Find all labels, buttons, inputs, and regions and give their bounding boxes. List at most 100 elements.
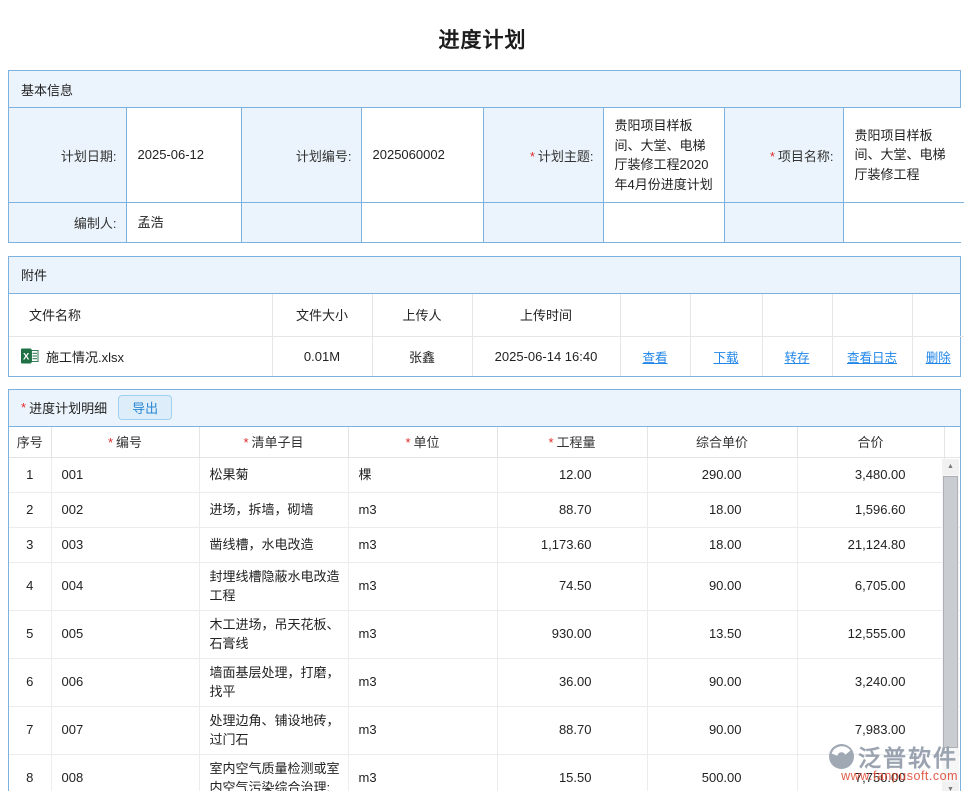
code-cell: 005 (51, 611, 199, 659)
project-name-value: 贵阳项目样板间、大堂、电梯厅装修工程 (843, 108, 964, 203)
attachments-panel: 附件 文件名称 文件大小 上传人 上传时间 (8, 256, 961, 377)
qty-cell: 88.70 (497, 493, 647, 528)
detail-panel: * 进度计划明细 导出 序号 *编号 *清单子目 *单位 *工程量 综合单价 合… (8, 389, 961, 791)
required-marker: * (770, 149, 775, 164)
price-cell: 13.50 (647, 611, 797, 659)
col-unit-price: 综合单价 (647, 427, 797, 458)
project-name-label: *项目名称: (724, 108, 843, 203)
total-cell: 21,124.80 (797, 528, 944, 563)
item-cell: 进场，拆墙，砌墙 (199, 493, 348, 528)
price-cell: 500.00 (647, 755, 797, 791)
seq-cell: 8 (9, 755, 51, 791)
detail-row: 2 002 进场，拆墙，砌墙 m3 88.70 18.00 1,596.60 (9, 493, 961, 528)
item-cell: 木工进场，吊天花板、石膏线 (199, 611, 348, 659)
col-quantity: *工程量 (497, 427, 647, 458)
seq-cell: 2 (9, 493, 51, 528)
total-cell: 3,480.00 (797, 458, 944, 493)
detail-table: 序号 *编号 *清单子目 *单位 *工程量 综合单价 合价 1 001 松果菊 … (9, 427, 961, 791)
qty-cell: 930.00 (497, 611, 647, 659)
seq-cell: 6 (9, 659, 51, 707)
empty-value-cell (361, 203, 483, 242)
item-cell: 处理边角、铺设地砖，过门石 (199, 707, 348, 755)
unit-cell: m3 (348, 659, 497, 707)
item-cell: 松果菊 (199, 458, 348, 493)
qty-cell: 88.70 (497, 707, 647, 755)
total-cell: 3,240.00 (797, 659, 944, 707)
download-link[interactable]: 下载 (713, 351, 738, 365)
detail-row: 8 008 室内空气质量检测或室内空气污染综合治理; m3 15.50 500.… (9, 755, 961, 791)
required-marker: * (108, 435, 113, 450)
col-code: *编号 (51, 427, 199, 458)
page: 进度计划 基本信息 计划日期: 2025-06-12 计划编号: 2025060… (0, 0, 965, 791)
basic-info-panel: 基本信息 计划日期: 2025-06-12 计划编号: 2025060002 *… (8, 70, 961, 243)
detail-header-bar: * 进度计划明细 导出 (9, 390, 960, 427)
attachments-table: 文件名称 文件大小 上传人 上传时间 X (9, 294, 964, 376)
seq-cell: 7 (9, 707, 51, 755)
col-action (762, 294, 832, 337)
required-marker: * (21, 400, 26, 415)
price-cell: 18.00 (647, 528, 797, 563)
price-cell: 90.00 (647, 707, 797, 755)
price-cell: 290.00 (647, 458, 797, 493)
empty-value-cell (843, 203, 964, 242)
seq-cell: 4 (9, 563, 51, 611)
code-cell: 007 (51, 707, 199, 755)
unit-cell: m3 (348, 755, 497, 791)
seq-cell: 5 (9, 611, 51, 659)
total-cell: 7,750.00 (797, 755, 944, 791)
plan-subject-label: *计划主题: (483, 108, 603, 203)
view-link[interactable]: 查看 (642, 351, 667, 365)
col-item: *清单子目 (199, 427, 348, 458)
plan-date-label: 计划日期: (9, 108, 126, 203)
unit-cell: m3 (348, 528, 497, 563)
code-cell: 002 (51, 493, 199, 528)
col-action (832, 294, 912, 337)
file-size: 0.01M (272, 337, 372, 376)
scroll-down-arrow-icon[interactable]: ▼ (942, 782, 959, 791)
plan-no-value: 2025060002 (361, 108, 483, 203)
unit-cell: 棵 (348, 458, 497, 493)
item-cell: 墙面基层处理，打磨，找平 (199, 659, 348, 707)
scrollbar-thumb[interactable] (943, 476, 958, 748)
basic-info-table: 计划日期: 2025-06-12 计划编号: 2025060002 *计划主题:… (9, 108, 964, 242)
export-button[interactable]: 导出 (118, 395, 172, 420)
col-total: 合价 (797, 427, 944, 458)
required-marker: * (530, 149, 535, 164)
upload-time: 2025-06-14 16:40 (472, 337, 620, 376)
attachment-row: X 施工情况.xlsx 0.01M 张鑫 2025-06-14 16:40 查看… (9, 337, 964, 376)
scroll-up-arrow-icon[interactable]: ▲ (942, 459, 959, 475)
plan-subject-value: 贵阳项目样板间、大堂、电梯厅装修工程2020年4月份进度计划 (603, 108, 724, 203)
detail-row: 6 006 墙面基层处理，打磨，找平 m3 36.00 90.00 3,240.… (9, 659, 961, 707)
transfer-link[interactable]: 转存 (784, 351, 809, 365)
col-seq: 序号 (9, 427, 51, 458)
basic-info-header: 基本信息 (9, 71, 960, 108)
attachments-header: 附件 (9, 257, 960, 294)
total-cell: 1,596.60 (797, 493, 944, 528)
unit-cell: m3 (348, 611, 497, 659)
qty-cell: 36.00 (497, 659, 647, 707)
col-file-name: 文件名称 (9, 294, 272, 337)
vertical-scrollbar[interactable]: ▲ ▼ (942, 459, 959, 791)
col-uploader: 上传人 (372, 294, 472, 337)
detail-header-title: 进度计划明细 (29, 398, 107, 417)
plan-date-value: 2025-06-12 (126, 108, 241, 203)
file-name-cell: X 施工情况.xlsx (9, 337, 272, 376)
detail-row: 3 003 凿线槽，水电改造 m3 1,173.60 18.00 21,124.… (9, 528, 961, 563)
col-action (690, 294, 762, 337)
view-log-link[interactable]: 查看日志 (847, 351, 897, 365)
empty-label-cell (241, 203, 361, 242)
code-cell: 003 (51, 528, 199, 563)
unit-cell: m3 (348, 707, 497, 755)
price-cell: 90.00 (647, 659, 797, 707)
author-value: 孟浩 (126, 203, 241, 242)
delete-link[interactable]: 删除 (926, 351, 951, 365)
empty-label-cell (724, 203, 843, 242)
scrollbar-spacer (944, 427, 961, 458)
qty-cell: 12.00 (497, 458, 647, 493)
col-upload-time: 上传时间 (472, 294, 620, 337)
qty-cell: 74.50 (497, 563, 647, 611)
page-title: 进度计划 (0, 0, 965, 70)
svg-text:X: X (23, 352, 30, 363)
detail-header-row: 序号 *编号 *清单子目 *单位 *工程量 综合单价 合价 (9, 427, 961, 458)
col-action (912, 294, 964, 337)
